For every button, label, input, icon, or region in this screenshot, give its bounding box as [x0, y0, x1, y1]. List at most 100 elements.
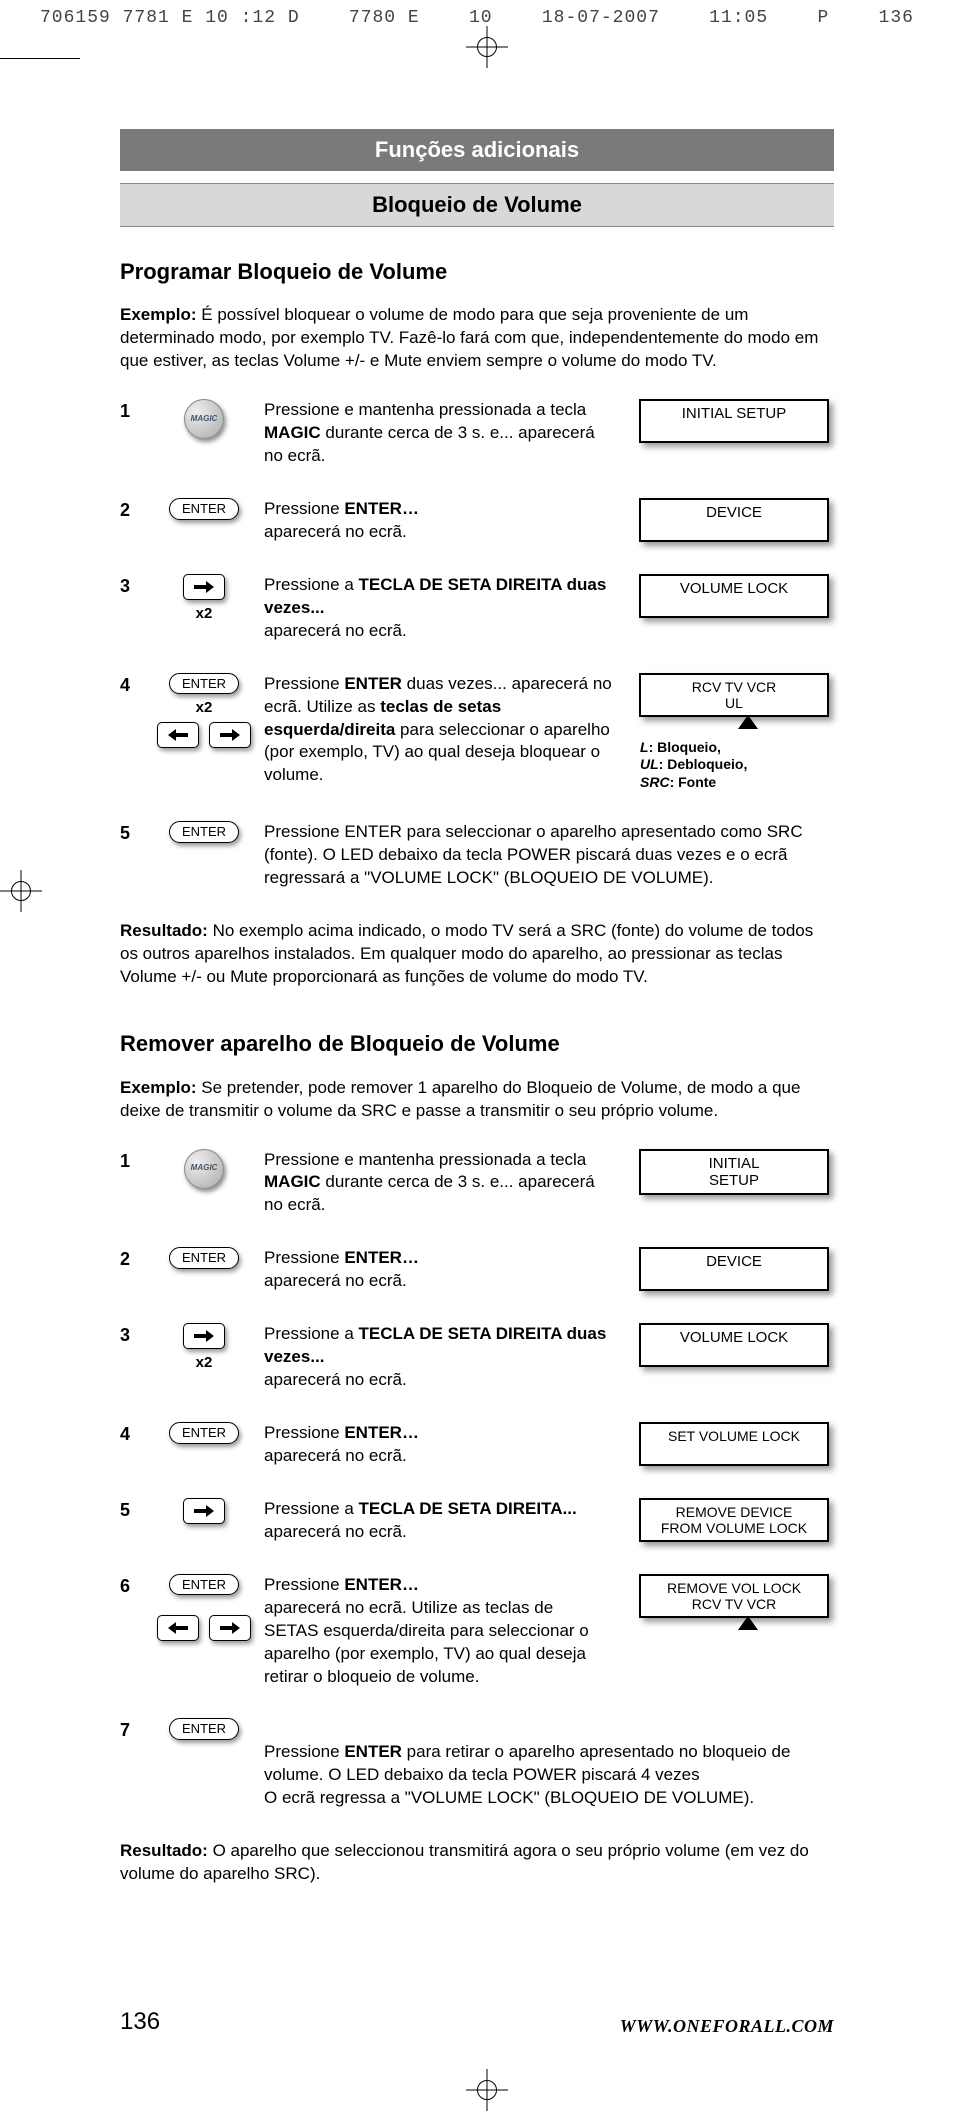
lcd-volume-lock: VOLUME LOCK	[639, 574, 829, 618]
step-num: 6	[120, 1574, 144, 1598]
step-display: RCV TV VCR UL L: Bloqueio, UL: Debloquei…	[634, 673, 834, 792]
step-num: 2	[120, 498, 144, 522]
registration-mark-top	[466, 26, 508, 68]
step-icons: MAGIC	[154, 1149, 254, 1189]
lcd-initial-setup: INITIAL SETUP	[639, 399, 829, 443]
step-text: Pressione ENTER para seleccionar o apare…	[264, 821, 834, 890]
step-display: VOLUME LOCK	[634, 1323, 834, 1367]
magic-label: MAGIC	[191, 414, 218, 425]
pointer-triangle-icon	[738, 715, 758, 729]
lcd-device: DEVICE	[639, 498, 829, 542]
crop-p: P	[817, 6, 829, 30]
step-num: 3	[120, 1323, 144, 1347]
step-icons: ENTER	[154, 1718, 254, 1740]
result-label: Resultado:	[120, 1841, 208, 1860]
stepB-2: 2 ENTER Pressione ENTER… aparecerá no ec…	[120, 1247, 834, 1293]
stepB-5: 5 Pressione a TECLA DE SETA DIREITA... a…	[120, 1498, 834, 1544]
intro-label: Exemplo:	[120, 1078, 197, 1097]
lcd-initial-setup: INITIAL SETUP	[639, 1149, 829, 1196]
step-text: Pressione ENTER… aparecerá no ecrã.	[264, 1422, 624, 1468]
page-content: Funções adicionais Bloqueio de Volume Pr…	[0, 129, 954, 1986]
step-text: Pressione ENTER… aparecerá no ecrã.	[264, 498, 624, 544]
crop-date: 18-07-2007	[542, 6, 660, 30]
step-text: Pressione a TECLA DE SETA DIREITA duas v…	[264, 574, 624, 643]
stepB-7: 7 ENTER Pressione ENTER para retirar o a…	[120, 1718, 834, 1810]
crop-line	[0, 58, 80, 59]
enter-button-icon: ENTER	[169, 498, 239, 520]
step-text: Pressione ENTER… aparecerá no ecrã. Util…	[264, 1574, 624, 1689]
enter-button-icon: ENTER	[169, 1422, 239, 1444]
step-num: 7	[120, 1718, 144, 1742]
section-title-remove: Remover aparelho de Bloqueio de Volume	[120, 1029, 834, 1059]
arrow-right-icon	[183, 1498, 225, 1524]
stepA-5: 5 ENTER Pressione ENTER para seleccionar…	[120, 821, 834, 890]
lcd-remove-device: REMOVE DEVICE FROM VOLUME LOCK	[639, 1498, 829, 1542]
arrow-right-icon	[209, 722, 251, 748]
stepB-3: 3 x2 Pressione a TECLA DE SETA DIREITA d…	[120, 1323, 834, 1392]
magic-label: MAGIC	[191, 1163, 218, 1174]
stepB-1: 1 MAGIC Pressione e mantenha pressionada…	[120, 1149, 834, 1218]
step-icons: x2	[154, 1323, 254, 1373]
lcd-remove-vol-lock: REMOVE VOL LOCK RCV TV VCR	[639, 1574, 829, 1618]
step-icons: ENTER x2	[154, 673, 254, 749]
step-display: DEVICE	[634, 498, 834, 542]
step-icons: MAGIC	[154, 399, 254, 439]
crop-marks: 706159 7781 E 10 :12 D 7780 E 10 18-07-2…	[0, 0, 954, 30]
lcd-rcv-tv-vcr: RCV TV VCR UL	[639, 673, 829, 717]
enter-button-icon: ENTER	[169, 673, 239, 695]
registration-mark-left	[0, 870, 42, 912]
intro-program: Exemplo: É possível bloquear o volume de…	[120, 304, 834, 373]
result-program: Resultado: No exemplo acima indicado, o …	[120, 920, 834, 989]
magic-button-icon: MAGIC	[184, 1149, 224, 1189]
step-num: 4	[120, 1422, 144, 1446]
banner-additional-functions: Funções adicionais	[120, 129, 834, 171]
enter-button-icon: ENTER	[169, 1718, 239, 1740]
step-text: Pressione ENTER… aparecerá no ecrã.	[264, 1247, 624, 1293]
x2-label: x2	[196, 698, 213, 718]
enter-button-icon: ENTER	[169, 1574, 239, 1596]
step-icons: ENTER	[154, 1574, 254, 1642]
step-text: Pressione a TECLA DE SETA DIREITA... apa…	[264, 1498, 624, 1544]
step-num: 2	[120, 1247, 144, 1271]
step-text: Pressione a TECLA DE SETA DIREITA duas v…	[264, 1323, 624, 1392]
step-text: Pressione ENTER para retirar o aparelho …	[264, 1718, 834, 1810]
step-text: Pressione e mantenha pressionada a tecla…	[264, 1149, 624, 1218]
step-icons	[154, 1498, 254, 1524]
magic-button-icon: MAGIC	[184, 399, 224, 439]
stepA-3: 3 x2 Pressione a TECLA DE SETA DIREITA d…	[120, 574, 834, 643]
step-num: 5	[120, 821, 144, 845]
intro-remove: Exemplo: Se pretender, pode remover 1 ap…	[120, 1077, 834, 1123]
x2-label: x2	[196, 604, 213, 624]
step-text: Pressione ENTER duas vezes... aparecerá …	[264, 673, 624, 788]
step-icons: ENTER	[154, 821, 254, 843]
result-text: O aparelho que seleccionou transmitirá a…	[120, 1841, 809, 1883]
step-display: VOLUME LOCK	[634, 574, 834, 618]
crop-mid1: 7780 E	[349, 6, 420, 30]
step-icons: ENTER	[154, 498, 254, 520]
arrow-right-icon	[209, 1615, 251, 1641]
step-display: REMOVE VOL LOCK RCV TV VCR	[634, 1574, 834, 1630]
step-display: DEVICE	[634, 1247, 834, 1291]
x2-label: x2	[196, 1353, 213, 1373]
lcd-set-volume-lock: SET VOLUME LOCK	[639, 1422, 829, 1466]
step-text: Pressione e mantenha pressionada a tecla…	[264, 399, 624, 468]
stepA-1: 1 MAGIC Pressione e mantenha pressionada…	[120, 399, 834, 468]
footer-url: WWW.ONEFORALL.COM	[620, 2014, 834, 2038]
step-display: INITIAL SETUP	[634, 399, 834, 443]
registration-mark-bottom	[466, 2069, 508, 2111]
step-num: 1	[120, 399, 144, 423]
crop-page: 136	[879, 6, 914, 30]
arrow-right-icon	[183, 574, 225, 600]
crop-left: 706159 7781 E 10 :12 D	[40, 6, 300, 30]
result-text-inline: No exemplo acima indicado, o modo TV ser…	[120, 921, 813, 986]
intro-text: Se pretender, pode remover 1 aparelho do…	[120, 1078, 800, 1120]
banner-volume-lock: Bloqueio de Volume	[120, 183, 834, 227]
section-title-program: Programar Bloqueio de Volume	[120, 257, 834, 287]
stepB-6: 6 ENTER Pressione ENTER… aparecerá no ec…	[120, 1574, 834, 1689]
step-display: SET VOLUME LOCK	[634, 1422, 834, 1466]
enter-button-icon: ENTER	[169, 821, 239, 843]
step-display: REMOVE DEVICE FROM VOLUME LOCK	[634, 1498, 834, 1542]
arrow-left-icon	[157, 722, 199, 748]
result-remove: Resultado: O aparelho que seleccionou tr…	[120, 1840, 834, 1886]
step-icons: ENTER	[154, 1422, 254, 1444]
